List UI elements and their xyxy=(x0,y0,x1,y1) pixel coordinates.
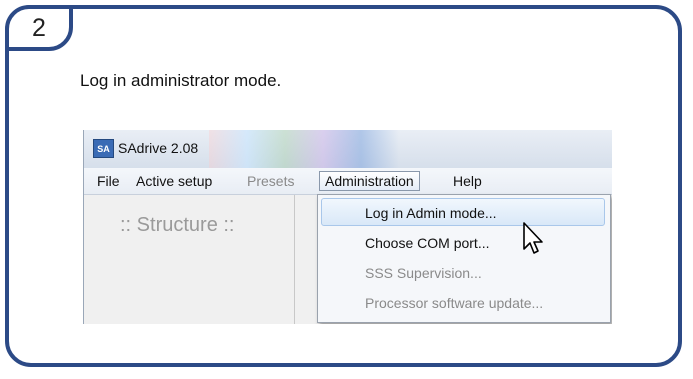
menu-item-choose-com-port[interactable]: Choose COM port... xyxy=(318,229,610,257)
menu-administration[interactable]: Administration xyxy=(319,171,420,191)
arrow-cursor-icon xyxy=(523,222,543,254)
menu-item-log-in-admin[interactable]: Log in Admin mode... xyxy=(321,198,605,226)
menu-active-setup[interactable]: Active setup xyxy=(131,171,217,191)
titlebar-glass xyxy=(209,130,399,168)
instruction-text: Log in administrator mode. xyxy=(80,71,282,90)
menu-file[interactable]: File xyxy=(92,171,125,191)
menu-item-sss-supervision[interactable]: SSS Supervision... xyxy=(318,259,610,287)
menu-help[interactable]: Help xyxy=(448,171,487,191)
menu-bar: File Active setup Presets Administration… xyxy=(84,168,612,195)
menu-presets[interactable]: Presets xyxy=(242,171,299,191)
window-title: SAdrive 2.08 xyxy=(118,140,199,156)
pane-divider xyxy=(294,195,295,324)
step-number-badge: 2 xyxy=(5,5,73,51)
sadrive-app-icon: SA xyxy=(93,139,114,158)
structure-heading: :: Structure :: xyxy=(120,214,235,236)
menu-item-processor-update[interactable]: Processor software update... xyxy=(318,289,610,317)
window-titlebar: SA SAdrive 2.08 xyxy=(84,130,612,168)
administration-dropdown: Log in Admin mode... Choose COM port... … xyxy=(317,194,611,323)
